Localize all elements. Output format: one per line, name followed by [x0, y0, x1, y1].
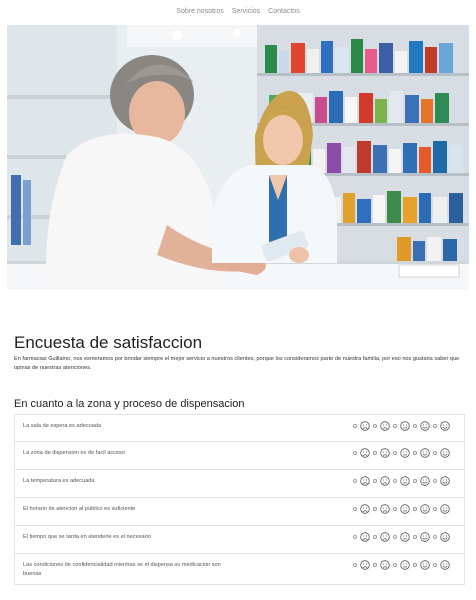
rating-radio[interactable] — [413, 507, 417, 511]
rating-radio[interactable] — [373, 507, 377, 511]
happy-icon[interactable] — [420, 421, 430, 431]
neutral-icon[interactable] — [400, 532, 410, 542]
rating-radio[interactable] — [353, 563, 357, 567]
survey-table: La sala de espera es adecuada La zona de… — [14, 414, 465, 585]
question-label: La temperatura es adecuada — [23, 478, 95, 484]
rating-scale — [353, 560, 450, 570]
sad-icon[interactable] — [380, 504, 390, 514]
rating-scale — [353, 476, 450, 486]
rating-radio[interactable] — [373, 479, 377, 483]
rating-radio[interactable] — [433, 424, 437, 428]
sad-icon[interactable] — [380, 532, 390, 542]
question-label: La zona de dispension es de facil acceso — [23, 450, 125, 456]
sad-icon[interactable] — [380, 476, 390, 486]
question-label: El horario de atencion al publico es suf… — [23, 506, 136, 512]
rating-scale — [353, 421, 450, 431]
survey-row: El tiempo que se tarda en atenderle es e… — [15, 525, 464, 553]
rating-radio[interactable] — [393, 507, 397, 511]
rating-radio[interactable] — [393, 535, 397, 539]
question-label: La sala de espera es adecuada — [23, 423, 102, 429]
very-happy-icon[interactable] — [440, 504, 450, 514]
rating-radio[interactable] — [353, 535, 357, 539]
sad-icon[interactable] — [380, 448, 390, 458]
rating-radio[interactable] — [433, 563, 437, 567]
page-title: Encuesta de satisfaccion — [14, 333, 203, 352]
pharmacy-illustration — [7, 25, 469, 290]
rating-radio[interactable] — [393, 563, 397, 567]
very-sad-icon[interactable] — [360, 532, 370, 542]
neutral-icon[interactable] — [400, 560, 410, 570]
very-happy-icon[interactable] — [440, 560, 450, 570]
rating-radio[interactable] — [413, 535, 417, 539]
rating-radio[interactable] — [373, 563, 377, 567]
happy-icon[interactable] — [420, 532, 430, 542]
happy-icon[interactable] — [420, 560, 430, 570]
sad-icon[interactable] — [380, 421, 390, 431]
very-sad-icon[interactable] — [360, 421, 370, 431]
rating-radio[interactable] — [393, 451, 397, 455]
rating-scale — [353, 532, 450, 542]
top-nav: Sobre nosotros Servicios Contactos — [0, 0, 476, 22]
rating-radio[interactable] — [373, 424, 377, 428]
neutral-icon[interactable] — [400, 421, 410, 431]
survey-row: La sala de espera es adecuada — [15, 414, 464, 441]
survey-row: La temperatura es adecuada — [15, 469, 464, 497]
nav-servicios[interactable]: Servicios — [232, 8, 260, 15]
rating-radio[interactable] — [393, 424, 397, 428]
very-sad-icon[interactable] — [360, 560, 370, 570]
very-happy-icon[interactable] — [440, 532, 450, 542]
rating-radio[interactable] — [433, 507, 437, 511]
sad-icon[interactable] — [380, 560, 390, 570]
very-sad-icon[interactable] — [360, 504, 370, 514]
neutral-icon[interactable] — [400, 448, 410, 458]
neutral-icon[interactable] — [400, 476, 410, 486]
nav-sobre-nosotros[interactable]: Sobre nosotros — [176, 8, 223, 15]
question-label: El tiempo que se tarda en atenderle es e… — [23, 534, 151, 540]
hero-image — [7, 25, 469, 290]
rating-radio[interactable] — [373, 535, 377, 539]
rating-radio[interactable] — [413, 563, 417, 567]
rating-radio[interactable] — [433, 451, 437, 455]
very-happy-icon[interactable] — [440, 448, 450, 458]
survey-row: La zona de dispension es de facil acceso — [15, 441, 464, 469]
very-happy-icon[interactable] — [440, 476, 450, 486]
rating-radio[interactable] — [413, 424, 417, 428]
nav-contactos[interactable]: Contactos — [268, 8, 300, 15]
rating-scale — [353, 448, 450, 458]
happy-icon[interactable] — [420, 504, 430, 514]
rating-radio[interactable] — [393, 479, 397, 483]
rating-radio[interactable] — [353, 479, 357, 483]
rating-radio[interactable] — [433, 479, 437, 483]
very-happy-icon[interactable] — [440, 421, 450, 431]
rating-radio[interactable] — [353, 424, 357, 428]
very-sad-icon[interactable] — [360, 476, 370, 486]
rating-radio[interactable] — [413, 451, 417, 455]
rating-radio[interactable] — [433, 535, 437, 539]
survey-row: Las condiciones de confidencialidad mien… — [15, 553, 464, 584]
very-sad-icon[interactable] — [360, 448, 370, 458]
rating-scale — [353, 504, 450, 514]
section-title: En cuanto a la zona y proceso de dispens… — [14, 398, 245, 410]
rating-radio[interactable] — [353, 507, 357, 511]
neutral-icon[interactable] — [400, 504, 410, 514]
rating-radio[interactable] — [353, 451, 357, 455]
survey-row: El horario de atencion al publico es suf… — [15, 497, 464, 525]
rating-radio[interactable] — [413, 479, 417, 483]
intro-text: En farmacias Guillamo, nos esmeramos por… — [14, 356, 460, 371]
rating-radio[interactable] — [373, 451, 377, 455]
happy-icon[interactable] — [420, 476, 430, 486]
happy-icon[interactable] — [420, 448, 430, 458]
question-label: Las condiciones de confidencialidad mien… — [23, 562, 221, 577]
